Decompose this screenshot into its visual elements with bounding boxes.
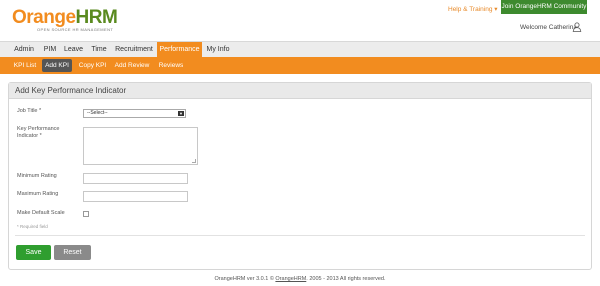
chevron-down-icon: ▾ — [494, 6, 498, 13]
reset-button[interactable]: Reset — [54, 245, 91, 260]
menu-item-performance[interactable]: Performance — [157, 42, 202, 58]
join-community-button[interactable]: Join OrangeHRM Community — [501, 0, 587, 14]
panel-title: Add Key Performance Indicator — [9, 83, 591, 99]
logo-text: OrangeHRM — [12, 7, 118, 28]
logo[interactable]: OrangeHRM OPEN SOURCE HR MANAGEMENT — [12, 8, 142, 34]
menu-item-leave[interactable]: Leave — [61, 42, 86, 58]
submenu-item-add-kpi[interactable]: Add KPI — [42, 59, 72, 72]
kpi-label: Key Performance Indicator * — [17, 126, 60, 139]
footer-orangehrm-link[interactable]: OrangeHRM — [275, 276, 306, 282]
submenu-item-copy-kpi[interactable]: Copy KPI — [77, 59, 108, 72]
menu-item-recruitment[interactable]: Recruitment — [112, 42, 156, 58]
menu-item-pim[interactable]: PIM — [40, 42, 60, 58]
sub-menu: KPI List Add KPI Copy KPI Add Review Rev… — [0, 57, 600, 74]
minimum-rating-label: Minimum Rating — [17, 173, 57, 179]
help-training-link[interactable]: Help & Training ▾ — [448, 5, 498, 13]
divider — [15, 235, 585, 236]
resize-handle-icon[interactable] — [192, 159, 196, 163]
chevron-down-icon: ▼ — [178, 111, 184, 116]
submenu-item-add-review[interactable]: Add Review — [113, 59, 151, 72]
add-kpi-panel: Add Key Performance Indicator Job Title … — [8, 82, 592, 270]
user-icon[interactable] — [572, 22, 582, 32]
maximum-rating-label: Maximum Rating — [17, 191, 59, 197]
menu-item-time[interactable]: Time — [88, 42, 110, 58]
default-scale-checkbox[interactable] — [83, 211, 89, 217]
maximum-rating-input[interactable] — [83, 191, 188, 202]
welcome-text[interactable]: Welcome Catherina — [520, 24, 577, 31]
required-field-note: * Required field — [17, 224, 48, 229]
job-title-label: Job Title * — [17, 108, 42, 114]
default-scale-label: Make Default Scale — [17, 210, 65, 216]
menu-item-my-info[interactable]: My Info — [204, 42, 232, 58]
save-button[interactable]: Save — [16, 245, 51, 260]
job-title-select[interactable]: --Select-- ▼ — [83, 109, 186, 118]
kpi-textarea[interactable] — [83, 127, 198, 165]
job-title-selected-value: --Select-- — [87, 110, 108, 116]
menu-item-admin[interactable]: Admin — [10, 42, 38, 58]
footer: OrangeHRM ver 3.0.1 © OrangeHRM. 2005 - … — [214, 276, 386, 282]
header: OrangeHRM OPEN SOURCE HR MANAGEMENT Help… — [0, 0, 600, 41]
submenu-item-reviews[interactable]: Reviews — [156, 59, 186, 72]
main-menu: Admin PIM Leave Time Recruitment Perform… — [0, 41, 600, 58]
minimum-rating-input[interactable] — [83, 173, 188, 184]
logo-tagline: OPEN SOURCE HR MANAGEMENT — [37, 27, 114, 32]
submenu-item-kpi-list[interactable]: KPI List — [11, 59, 39, 72]
